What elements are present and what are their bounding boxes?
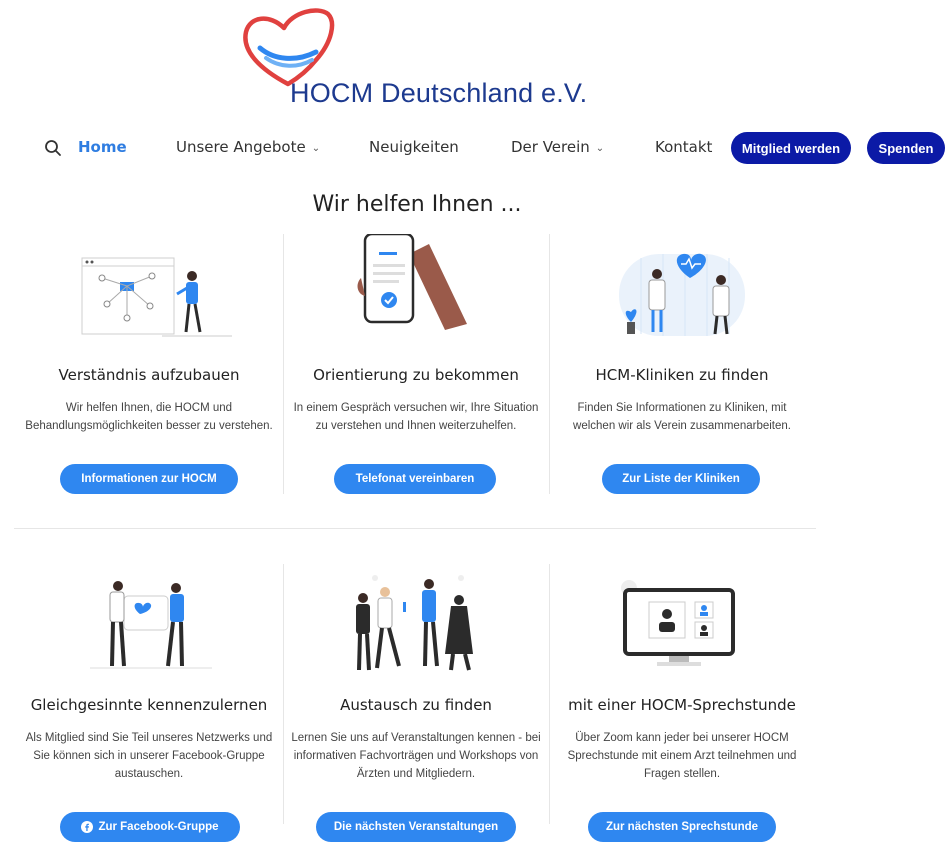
nav-item-label: Unsere Angebote <box>176 138 306 156</box>
member-button[interactable]: Mitglied werden <box>731 132 851 164</box>
card-title: HCM-Kliniken zu finden <box>595 366 769 384</box>
events-button[interactable]: Die nächsten Veranstaltungen <box>316 812 516 842</box>
video-call-illustration <box>621 580 735 666</box>
card-description: Lernen Sie uns auf Veranstaltungen kenne… <box>291 732 541 780</box>
nav-item-label: Neuigkeiten <box>369 138 459 156</box>
card-description: Finden Sie Informationen zu Kliniken, mi… <box>573 402 791 432</box>
card-title: Orientierung zu bekommen <box>313 366 519 384</box>
clinic-list-button[interactable]: Zur Liste der Kliniken <box>602 464 760 494</box>
facebook-icon <box>81 821 94 833</box>
nav-item-label: Kontakt <box>655 138 713 156</box>
row-divider <box>14 528 816 529</box>
section-title: Wir helfen Ihnen ... <box>312 192 522 217</box>
logo-text: HOCM Deutschland e.V. <box>290 78 588 108</box>
nav-item-label: Der Verein <box>511 138 590 156</box>
nav-item-home[interactable]: Home <box>78 138 127 156</box>
donate-button[interactable]: Spenden <box>867 132 945 164</box>
nav-item-label: Home <box>78 138 127 156</box>
card-description: Wir helfen Ihnen, die HOCM und Behandlun… <box>25 402 273 432</box>
search-icon[interactable] <box>44 139 62 157</box>
card-title: Verständnis aufzubauen <box>58 366 240 384</box>
next-consultation-button[interactable]: Zur nächsten Sprechstunde <box>588 812 776 842</box>
card-title: Gleichgesinnte kennenzulernen <box>30 696 268 714</box>
chevron-down-icon: ⌄ <box>311 143 321 154</box>
book-call-button[interactable]: Telefonat vereinbaren <box>334 464 496 494</box>
chat-illustration <box>90 581 212 669</box>
main-navigation: Home Unsere Angebote ⌄ Neuigkeiten Der Ve… <box>0 128 948 168</box>
group-illustration <box>356 575 473 671</box>
facebook-group-button[interactable]: Zur Facebook-Gruppe <box>60 812 240 842</box>
card-description: Als Mitglied sind Sie Teil unseres Netzw… <box>25 732 273 780</box>
doctors-illustration <box>619 253 745 336</box>
card-title: Austausch zu finden <box>340 696 492 714</box>
nav-item-unsere-angebote[interactable]: Unsere Angebote ⌄ <box>176 138 320 156</box>
button-label: Zur Facebook-Gruppe <box>98 821 219 833</box>
card-description: In einem Gespräch versuchen wir, Ihre Si… <box>293 402 539 432</box>
nav-item-kontakt[interactable]: Kontakt <box>655 138 712 156</box>
site-logo[interactable]: HOCM Deutschland e.V. <box>240 6 587 110</box>
card-title: mit einer HOCM-Sprechstunde <box>568 696 796 714</box>
nav-item-neuigkeiten[interactable]: Neuigkeiten <box>369 138 459 156</box>
chevron-down-icon: ⌄ <box>595 143 605 154</box>
phone-illustration <box>357 234 467 330</box>
nav-item-der-verein[interactable]: Der Verein ⌄ <box>511 138 604 156</box>
diagram-illustration <box>81 257 232 337</box>
info-hocm-button[interactable]: Informationen zur HOCM <box>60 464 238 494</box>
card-description: Über Zoom kann jeder bei unserer HOCM Sp… <box>567 732 797 780</box>
